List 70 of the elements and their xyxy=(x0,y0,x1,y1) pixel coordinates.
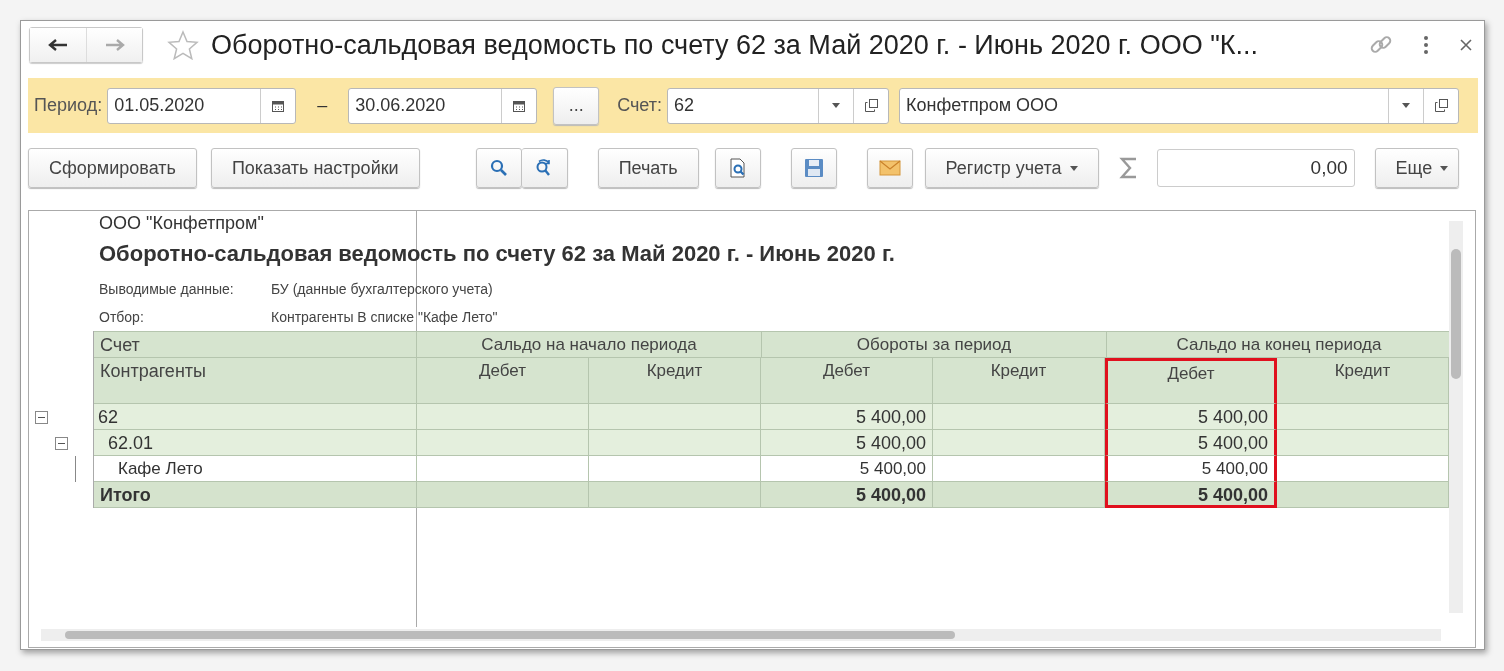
table-cell: 62 xyxy=(94,404,417,430)
open-window-icon[interactable] xyxy=(864,99,878,112)
search-button[interactable] xyxy=(475,148,522,188)
column-header: Кредит xyxy=(1277,358,1449,404)
table-cell: 5 400,00 xyxy=(1105,404,1277,430)
table-cell: Кафе Лето xyxy=(94,456,417,482)
dropdown-caret-icon[interactable] xyxy=(832,103,840,108)
column-header: Дебет xyxy=(1105,358,1277,404)
table-cell: 5 400,00 xyxy=(1105,430,1277,456)
sum-field[interactable]: 0,00 xyxy=(1156,149,1355,187)
info-value: Контрагенты В списке "Кафе Лето" xyxy=(271,309,498,325)
table-cell: 5 400,00 xyxy=(761,404,933,430)
open-window-icon[interactable] xyxy=(1434,99,1448,112)
column-header: Счет xyxy=(94,331,417,358)
date-to-field[interactable]: 30.06.2020 xyxy=(348,87,538,124)
register-dropdown-button[interactable]: Регистр учета xyxy=(924,148,1099,188)
organization-field[interactable]: Конфетпром ООО xyxy=(899,87,1459,124)
window-title: Оборотно-сальдовая ведомость по счету 62 за Май 2020 г. - Июнь 2020 г. ООО "К... xyxy=(211,29,1259,61)
info-value: БУ (данные бухгалтерского учета) xyxy=(271,281,493,297)
date-from-field[interactable]: 01.05.2020 xyxy=(107,87,297,124)
right-arrow-icon xyxy=(104,38,125,52)
vertical-scrollbar[interactable] xyxy=(1449,221,1463,613)
info-label: Выводимые данные: xyxy=(99,281,235,297)
sum-icon xyxy=(1118,156,1139,180)
preview-button[interactable] xyxy=(714,148,761,188)
column-group-header: Сальдо на конец периода xyxy=(1107,331,1452,358)
account-label: Счет: xyxy=(617,95,662,116)
print-button[interactable]: Печать xyxy=(597,148,699,188)
table-cell: 5 400,00 xyxy=(1105,456,1277,482)
period-label: Период: xyxy=(34,95,103,116)
close-icon[interactable] xyxy=(1458,37,1474,53)
info-label: Отбор: xyxy=(99,309,145,325)
search-icon xyxy=(489,159,508,177)
report-title: Оборотно-сальдовая ведомость по счету 62 за Май 2020 г. - Июнь 2020 г. xyxy=(98,240,896,268)
column-group-header: Обороты за период xyxy=(762,331,1107,358)
back-button[interactable] xyxy=(30,28,86,62)
dropdown-caret-icon xyxy=(1440,165,1449,171)
column-header: Дебет xyxy=(761,358,933,404)
period-select-button[interactable]: ... xyxy=(553,86,600,125)
dropdown-caret-icon[interactable] xyxy=(1402,103,1410,108)
save-button[interactable] xyxy=(790,148,837,188)
date-separator: – xyxy=(317,95,328,116)
search-refresh-button[interactable] xyxy=(521,148,568,188)
more-button[interactable]: Еще xyxy=(1374,148,1460,188)
document-magnifier-icon xyxy=(728,158,747,178)
left-arrow-icon xyxy=(48,38,68,52)
column-group-header: Сальдо на начало периода xyxy=(417,331,762,358)
table-cell: 62.01 xyxy=(94,430,417,456)
collapse-icon[interactable] xyxy=(35,410,48,424)
table-cell: 5 400,00 xyxy=(761,430,933,456)
column-header: Дебет xyxy=(417,358,589,404)
more-vertical-icon[interactable] xyxy=(1422,34,1430,56)
generate-button[interactable]: Сформировать xyxy=(28,148,197,188)
calendar-icon[interactable] xyxy=(512,98,527,113)
column-header: Кредит xyxy=(933,358,1105,404)
table-cell: 5 400,00 xyxy=(761,482,933,508)
total-label: Итого xyxy=(94,482,417,508)
organization-name: ООО "Конфетпром" xyxy=(98,212,265,235)
table-cell: 5 400,00 xyxy=(761,456,933,482)
collapse-icon[interactable] xyxy=(55,436,68,450)
calendar-icon[interactable] xyxy=(271,98,286,113)
envelope-icon xyxy=(878,160,901,176)
table-cell: 5 400,00 xyxy=(1105,482,1277,508)
dropdown-caret-icon xyxy=(1069,165,1078,171)
horizontal-scrollbar[interactable] xyxy=(41,629,1441,641)
column-header: Кредит xyxy=(589,358,761,404)
account-field[interactable]: 62 xyxy=(667,87,889,124)
show-settings-button[interactable]: Показать настройки xyxy=(210,148,420,188)
column-header: Контрагенты xyxy=(94,358,417,404)
star-icon[interactable] xyxy=(167,30,199,60)
